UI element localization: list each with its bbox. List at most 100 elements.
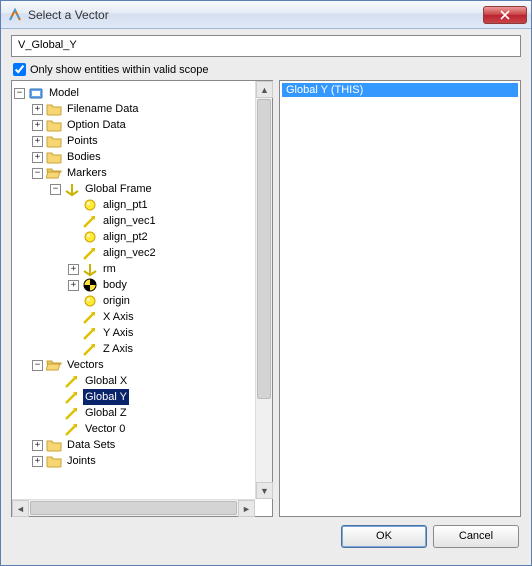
tree-node[interactable]: origin: [68, 293, 270, 309]
tree-node[interactable]: + Option Data: [32, 117, 270, 133]
tree-node[interactable]: Z Axis: [68, 341, 270, 357]
tree-scroll: −Model+Filename Data+Option Data+Points+…: [12, 81, 272, 516]
expand-icon: [50, 424, 61, 435]
tree-root: −Model+Filename Data+Option Data+Points+…: [14, 85, 270, 469]
scope-checkbox[interactable]: [13, 63, 26, 76]
tree-node[interactable]: − Vectors: [32, 357, 270, 373]
tree-node[interactable]: Vector 0: [50, 421, 270, 437]
expand-icon[interactable]: +: [32, 136, 43, 147]
vector-icon: [82, 213, 98, 229]
tree-node-label[interactable]: Global Frame: [83, 181, 154, 197]
tree-node[interactable]: X Axis: [68, 309, 270, 325]
tree-node[interactable]: align_vec1: [68, 213, 270, 229]
tree-node-label[interactable]: Option Data: [65, 117, 128, 133]
tree-node-label[interactable]: Z Axis: [101, 341, 135, 357]
tree-node[interactable]: + rm: [68, 261, 270, 277]
scope-checkbox-row[interactable]: Only show entities within valid scope: [13, 63, 521, 76]
app-icon: [7, 7, 23, 23]
sphere-icon: [82, 197, 98, 213]
folder-icon: [46, 165, 62, 181]
tree-node-label[interactable]: Model: [47, 85, 81, 101]
tree-node[interactable]: + body: [68, 277, 270, 293]
collapse-icon[interactable]: −: [14, 88, 25, 99]
button-row: OK Cancel: [11, 517, 521, 555]
expand-icon[interactable]: +: [32, 120, 43, 131]
tree-node-label[interactable]: Joints: [65, 453, 98, 469]
tree-node-label[interactable]: Global X: [83, 373, 129, 389]
scroll-thumb-horizontal[interactable]: [30, 501, 237, 515]
vector-icon: [82, 325, 98, 341]
expand-icon[interactable]: +: [68, 280, 79, 291]
scroll-up-button[interactable]: ▲: [256, 81, 273, 98]
tree-node-label[interactable]: align_vec1: [101, 213, 158, 229]
expand-icon[interactable]: +: [32, 440, 43, 451]
collapse-icon[interactable]: −: [32, 360, 43, 371]
tree-node-label[interactable]: X Axis: [101, 309, 136, 325]
expand-icon[interactable]: +: [68, 264, 79, 275]
tree-node[interactable]: + Bodies: [32, 149, 270, 165]
tree-node[interactable]: Global X: [50, 373, 270, 389]
result-list-pane: Global Y (THIS): [279, 80, 521, 517]
tree-node-label[interactable]: Y Axis: [101, 325, 135, 341]
folder-icon: [46, 357, 62, 373]
scroll-thumb-vertical[interactable]: [257, 99, 271, 399]
tree-node-label[interactable]: Vector 0: [83, 421, 127, 437]
tree-node-label[interactable]: Global Y: [83, 389, 129, 405]
tree-node-label[interactable]: Filename Data: [65, 101, 141, 117]
tree-node-label[interactable]: Data Sets: [65, 437, 117, 453]
tree-horizontal-scrollbar[interactable]: ◄ ►: [12, 499, 255, 516]
cancel-button[interactable]: Cancel: [433, 525, 519, 548]
collapse-icon[interactable]: −: [32, 168, 43, 179]
close-button[interactable]: [483, 6, 527, 24]
scope-checkbox-label: Only show entities within valid scope: [30, 64, 209, 76]
collapse-icon[interactable]: −: [50, 184, 61, 195]
tree-node-label[interactable]: Markers: [65, 165, 109, 181]
tree-node-label[interactable]: origin: [101, 293, 132, 309]
tree-node[interactable]: + Points: [32, 133, 270, 149]
tree-node[interactable]: align_vec2: [68, 245, 270, 261]
expand-icon: [50, 408, 61, 419]
list-item[interactable]: Global Y (THIS): [282, 83, 518, 97]
expand-icon: [50, 392, 61, 403]
tree-node[interactable]: − Markers: [32, 165, 270, 181]
tree-node-label[interactable]: rm: [101, 261, 118, 277]
tree-node-label[interactable]: body: [101, 277, 129, 293]
tree-vertical-scrollbar[interactable]: ▲ ▼: [255, 81, 272, 499]
tree-node-label[interactable]: Global Z: [83, 405, 129, 421]
tree-node-label[interactable]: align_vec2: [101, 245, 158, 261]
vector-icon: [64, 373, 80, 389]
vector-icon: [82, 309, 98, 325]
dialog-body: V_Global_Y Only show entities within val…: [1, 29, 531, 565]
expand-icon[interactable]: +: [32, 456, 43, 467]
tree-node[interactable]: align_pt1: [68, 197, 270, 213]
tree-node-label[interactable]: align_pt1: [101, 197, 150, 213]
tree-node[interactable]: + Filename Data: [32, 101, 270, 117]
tree-node[interactable]: Global Y: [50, 389, 270, 405]
tree-node[interactable]: + Joints: [32, 453, 270, 469]
tree-node-label[interactable]: Vectors: [65, 357, 106, 373]
folder-icon: [46, 101, 62, 117]
expand-icon: [68, 248, 79, 259]
tree-node[interactable]: Global Z: [50, 405, 270, 421]
vector-icon: [82, 341, 98, 357]
name-display: V_Global_Y: [11, 35, 521, 57]
expand-icon[interactable]: +: [32, 104, 43, 115]
tree-node-label[interactable]: Points: [65, 133, 100, 149]
panes: −Model+Filename Data+Option Data+Points+…: [11, 80, 521, 517]
scroll-right-button[interactable]: ►: [238, 500, 255, 517]
vector-icon: [64, 405, 80, 421]
scroll-left-button[interactable]: ◄: [12, 500, 29, 517]
ok-button[interactable]: OK: [341, 525, 427, 548]
tree-node-label[interactable]: align_pt2: [101, 229, 150, 245]
tree-node[interactable]: Y Axis: [68, 325, 270, 341]
folder-icon: [46, 117, 62, 133]
tree-node[interactable]: + Data Sets: [32, 437, 270, 453]
sphere-icon: [82, 293, 98, 309]
scroll-down-button[interactable]: ▼: [256, 482, 273, 499]
tree-node[interactable]: − Global Frame: [50, 181, 270, 197]
tree-node[interactable]: align_pt2: [68, 229, 270, 245]
tree-node[interactable]: − Model: [14, 85, 270, 101]
model-icon: [28, 85, 44, 101]
tree-node-label[interactable]: Bodies: [65, 149, 103, 165]
expand-icon[interactable]: +: [32, 152, 43, 163]
